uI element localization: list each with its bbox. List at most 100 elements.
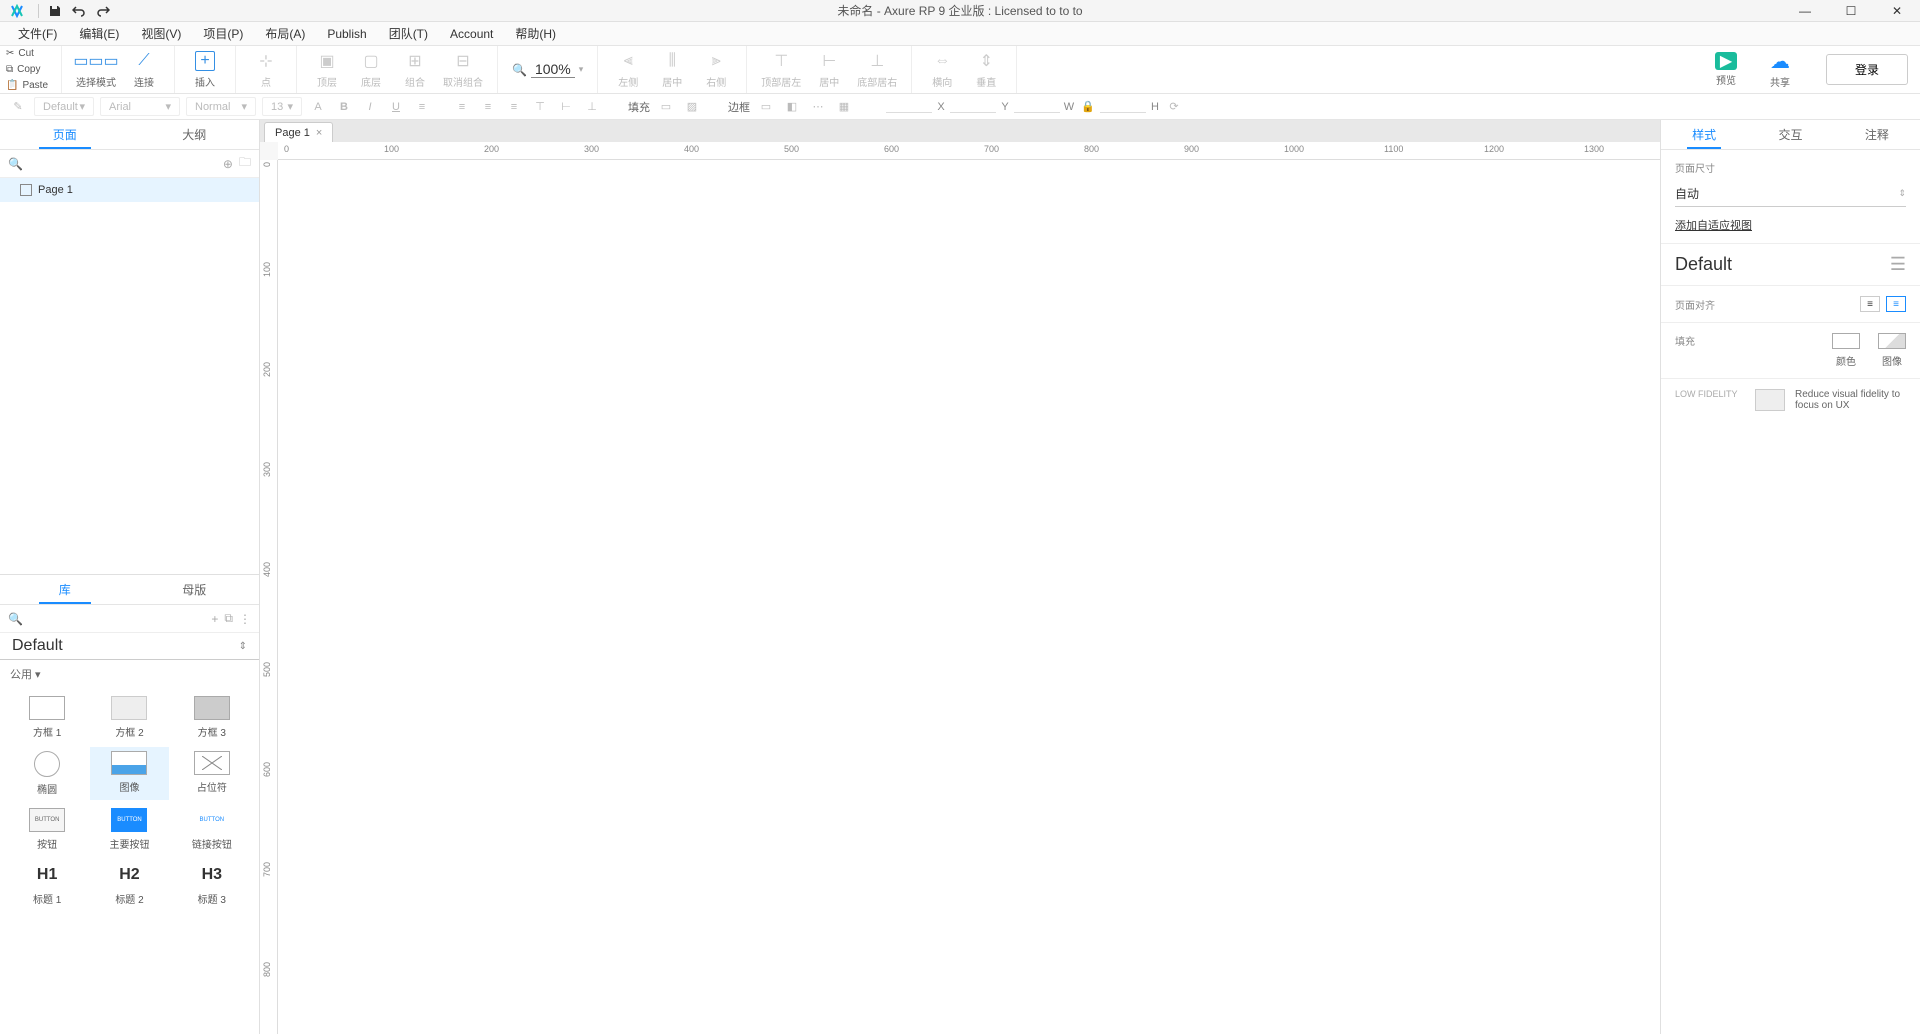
redo-icon[interactable] [91, 1, 115, 21]
bullets-icon[interactable]: ≡ [412, 97, 432, 117]
valign-mid-icon[interactable]: ⊢ [556, 97, 576, 117]
weight-selector[interactable]: Normal▾ [186, 97, 256, 116]
widget-item[interactable]: 椭圆 [8, 747, 86, 800]
page-item[interactable]: Page 1 [0, 178, 259, 202]
menu-help[interactable]: 帮助(H) [505, 22, 566, 45]
style-selector[interactable]: Default▾ [34, 97, 94, 116]
menu-account[interactable]: Account [440, 24, 503, 44]
fill-image-option[interactable]: 图像 [1878, 333, 1906, 368]
lib-category[interactable]: 公用 ▾ [0, 660, 259, 688]
tab-notes[interactable]: 注释 [1834, 120, 1920, 149]
halign-right-icon[interactable]: ≡ [504, 97, 524, 117]
select-mode-button[interactable]: ▭▭▭选择模式 [70, 47, 122, 93]
paste-button[interactable]: 📋Paste [0, 77, 61, 93]
add-folder-icon[interactable]: 🗀 [239, 153, 251, 174]
share-button[interactable]: ☁共享 [1758, 47, 1802, 93]
login-button[interactable]: 登录 [1826, 54, 1908, 85]
lib-search-input[interactable] [29, 612, 205, 626]
preview-button[interactable]: ▶预览 [1704, 47, 1748, 93]
menu-edit[interactable]: 编辑(E) [69, 22, 129, 45]
close-button[interactable]: ✕ [1874, 0, 1920, 22]
paint-format-icon[interactable]: ✎ [8, 97, 28, 117]
align-left-button[interactable]: ⫷左侧 [606, 47, 650, 93]
tab-style[interactable]: 样式 [1661, 120, 1747, 149]
undo-icon[interactable] [67, 1, 91, 21]
widget-item[interactable]: H2标题 2 [90, 859, 168, 910]
page-align-left[interactable]: ≡ [1860, 296, 1880, 312]
tab-outline[interactable]: 大纲 [130, 120, 260, 149]
minimize-button[interactable]: ― [1782, 0, 1828, 22]
lofi-toggle[interactable] [1755, 389, 1785, 411]
menu-file[interactable]: 文件(F) [8, 22, 67, 45]
dimension-select[interactable]: 自动 ⇕ [1675, 181, 1906, 207]
tab-library[interactable]: 库 [0, 575, 130, 604]
widget-item[interactable]: 占位符 [173, 747, 251, 800]
y-input[interactable] [950, 100, 996, 113]
size-selector[interactable]: 13▾ [262, 97, 302, 116]
widget-item[interactable]: 图像 [90, 747, 168, 800]
border-width-icon[interactable]: ▭ [756, 97, 776, 117]
add-lib-icon[interactable]: + [211, 612, 218, 626]
widget-item[interactable]: BUTTON链接按钮 [173, 804, 251, 855]
underline-icon[interactable]: U [386, 97, 406, 117]
menu-team[interactable]: 团队(T) [379, 22, 438, 45]
menu-arrange[interactable]: 布局(A) [255, 22, 315, 45]
menu-publish[interactable]: Publish [317, 24, 376, 44]
lib-menu-icon[interactable]: ⋮ [239, 612, 251, 626]
save-icon[interactable] [43, 1, 67, 21]
widget-item[interactable]: BUTTON主要按钮 [90, 804, 168, 855]
dist-v-button[interactable]: ⇕垂直 [964, 47, 1008, 93]
close-tab-icon[interactable]: × [316, 127, 322, 139]
italic-icon[interactable]: I [360, 97, 380, 117]
point-button[interactable]: ⊹点 [244, 47, 288, 93]
align-center-button[interactable]: ⫼居中 [650, 47, 694, 93]
border-style-icon[interactable]: ⋯ [808, 97, 828, 117]
menu-view[interactable]: 视图(V) [131, 22, 191, 45]
align-right-button[interactable]: ⫸右侧 [694, 47, 738, 93]
halign-left-icon[interactable]: ≡ [452, 97, 472, 117]
bold-icon[interactable]: B [334, 97, 354, 117]
rotate-icon[interactable]: ⟳ [1164, 97, 1184, 117]
font-selector[interactable]: Arial▾ [100, 97, 180, 116]
tab-interactions[interactable]: 交互 [1747, 120, 1833, 149]
tab-pages[interactable]: 页面 [0, 120, 130, 149]
page-align-center[interactable]: ≡ [1886, 296, 1906, 312]
widget-item[interactable]: 方框 1 [8, 692, 86, 743]
menu-project[interactable]: 项目(P) [193, 22, 253, 45]
insert-button[interactable]: +插入 [183, 47, 227, 93]
align-middle-button[interactable]: ⊢居中 [807, 47, 851, 93]
valign-top-icon[interactable]: ⊤ [530, 97, 550, 117]
canvas-sheet[interactable] [278, 160, 1660, 1034]
lib-options-icon[interactable]: ⧉ [224, 611, 233, 626]
fill-color-option[interactable]: 颜色 [1832, 333, 1860, 368]
edit-style-icon[interactable]: ☰ [1890, 254, 1906, 275]
library-selector[interactable]: Default ⇕ [0, 633, 259, 660]
valign-bot-icon[interactable]: ⊥ [582, 97, 602, 117]
align-bottom-button[interactable]: ⊥底部居右 [851, 47, 903, 93]
zoom-value[interactable]: 100% [531, 61, 575, 78]
add-page-icon[interactable]: ⊕ [223, 157, 233, 171]
ungroup-button[interactable]: ⊟取消组合 [437, 47, 489, 93]
document-tab[interactable]: Page 1 × [264, 122, 333, 142]
send-back-button[interactable]: ▢底层 [349, 47, 393, 93]
dist-h-button[interactable]: ⇔横向 [920, 47, 964, 93]
connect-button[interactable]: ⟋连接 [122, 47, 166, 93]
zoom-control[interactable]: 🔍 100% ▾ [498, 46, 598, 93]
tab-masters[interactable]: 母版 [130, 575, 260, 604]
pages-search-input[interactable] [29, 157, 217, 171]
group-button[interactable]: ⊞组合 [393, 47, 437, 93]
widget-item[interactable]: BUTTON按钮 [8, 804, 86, 855]
adaptive-views-link[interactable]: 添加自适应视图 [1675, 220, 1752, 232]
widget-item[interactable]: H1标题 1 [8, 859, 86, 910]
widget-item[interactable]: 方框 3 [173, 692, 251, 743]
ruler-vertical[interactable]: 0100200300400500600700800 [260, 160, 278, 1034]
ruler-horizontal[interactable]: 0100200300400500600700800900100011001200… [278, 142, 1660, 160]
widget-item[interactable]: 方框 2 [90, 692, 168, 743]
halign-center-icon[interactable]: ≡ [478, 97, 498, 117]
w-input[interactable] [1014, 100, 1060, 113]
fill-color-icon[interactable]: ▭ [656, 97, 676, 117]
text-color-icon[interactable]: A [308, 97, 328, 117]
border-color-icon[interactable]: ◧ [782, 97, 802, 117]
lock-icon[interactable]: 🔒 [1078, 97, 1098, 117]
bring-front-button[interactable]: ▣顶层 [305, 47, 349, 93]
